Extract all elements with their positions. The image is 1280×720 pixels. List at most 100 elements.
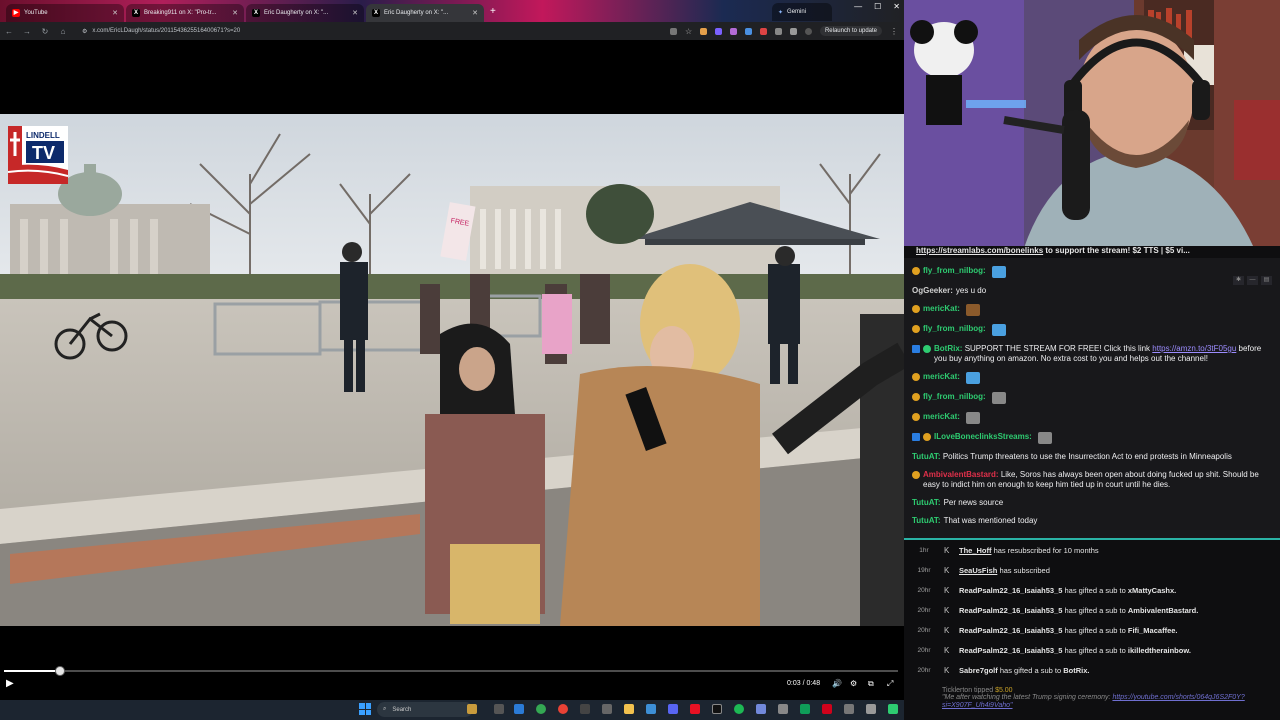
extensions-puzzle-icon[interactable] bbox=[774, 27, 782, 35]
discord-icon[interactable] bbox=[668, 704, 678, 714]
browser-toolbar: ← → ↻ ⌂ ⚙ x.com/EricLDaugh/status/201154… bbox=[0, 22, 904, 40]
kick-icon: K bbox=[944, 645, 950, 655]
tab-youtube[interactable]: ▶ YouTube ✕ bbox=[6, 3, 124, 22]
taskbar-app-icon[interactable] bbox=[778, 704, 788, 714]
tab-eric-daugherty-2[interactable]: X Eric Daugherty on X: "... ✕ bbox=[366, 3, 484, 22]
event-user[interactable]: ReadPsalm22_16_Isaiah53_5 bbox=[959, 626, 1062, 635]
site-info-icon[interactable]: ⚙ bbox=[82, 28, 87, 35]
tip-amount: $5.00 bbox=[995, 687, 1013, 694]
minimize-icon[interactable]: — bbox=[854, 2, 862, 11]
chat-username[interactable]: fly_from_nilbog: bbox=[923, 324, 986, 334]
pin-icon[interactable]: ✱ bbox=[1233, 276, 1244, 285]
url-text: x.com/EricLDaugh/status/2011543625516400… bbox=[92, 28, 241, 34]
file-explorer-icon[interactable] bbox=[624, 704, 634, 714]
tab-eric-daugherty-1[interactable]: X Eric Daugherty on X: "... ✕ bbox=[246, 3, 364, 22]
address-bar[interactable]: ⚙ x.com/EricLDaugh/status/20115436255164… bbox=[76, 24, 596, 38]
tip-user[interactable]: Ticklerton bbox=[942, 687, 972, 694]
taskbar-app-icon[interactable] bbox=[866, 704, 876, 714]
maximize-icon[interactable]: ☐ bbox=[874, 2, 881, 11]
event-row: 20hr K ReadPsalm22_16_Isaiah53_5 has gif… bbox=[904, 620, 1280, 640]
chat-username[interactable]: mericKat: bbox=[923, 372, 960, 382]
extension-icon[interactable] bbox=[699, 27, 707, 35]
event-user[interactable]: ReadPsalm22_16_Isaiah53_5 bbox=[959, 606, 1062, 615]
event-user[interactable]: The_Hoff bbox=[959, 546, 992, 555]
chat-username[interactable]: BotRix: bbox=[934, 344, 962, 353]
popout-icon[interactable]: ▤ bbox=[1261, 276, 1272, 285]
taskbar-app-icon[interactable] bbox=[822, 704, 832, 714]
taskbar-app-icon[interactable] bbox=[690, 704, 700, 714]
taskbar-app-icon[interactable] bbox=[646, 704, 656, 714]
taskbar-app-icon[interactable] bbox=[888, 704, 898, 714]
task-view-icon[interactable] bbox=[494, 704, 504, 714]
close-icon[interactable]: ✕ bbox=[232, 9, 238, 17]
chat-username[interactable]: OgGeeker: bbox=[912, 286, 953, 296]
gemini-button[interactable]: ✦ Gemini bbox=[772, 3, 832, 21]
event-user[interactable]: SeaUsFish bbox=[959, 566, 997, 575]
chat-message: TutuAT: Politics Trump threatens to use … bbox=[912, 452, 1272, 462]
close-icon[interactable]: ✕ bbox=[112, 9, 118, 17]
star-icon[interactable]: ☆ bbox=[685, 27, 692, 35]
chat-username[interactable]: fly_from_nilbog: bbox=[923, 266, 986, 276]
home-icon[interactable]: ⌂ bbox=[54, 27, 72, 36]
chat-username[interactable]: fly_from_nilbog: bbox=[923, 392, 986, 402]
event-user[interactable]: Sabre7golf bbox=[959, 666, 998, 675]
event-user[interactable]: ReadPsalm22_16_Isaiah53_5 bbox=[959, 646, 1062, 655]
taskbar-app-icon[interactable] bbox=[756, 704, 766, 714]
windows-start-icon[interactable] bbox=[359, 703, 371, 715]
pip-icon[interactable]: ⧉ bbox=[868, 679, 874, 689]
extension-icon[interactable] bbox=[744, 27, 752, 35]
tab-breaking911[interactable]: X Breaking911 on X: "Pro-tr... ✕ bbox=[126, 3, 244, 22]
taskbar-app-icon[interactable] bbox=[800, 704, 810, 714]
chat-text: Per news source bbox=[943, 498, 1004, 507]
event-time: 1hr bbox=[919, 546, 929, 554]
taskbar-app-icon[interactable] bbox=[467, 704, 477, 714]
video-player[interactable]: FREE LINDELL TV bbox=[0, 114, 904, 626]
progress-bar[interactable] bbox=[4, 666, 898, 676]
close-window-icon[interactable]: ✕ bbox=[893, 2, 900, 11]
fullscreen-icon[interactable]: ⤢ bbox=[887, 679, 893, 689]
relaunch-button[interactable]: Relaunch to update bbox=[819, 26, 882, 36]
close-icon[interactable]: ✕ bbox=[472, 9, 478, 17]
user-badge-icon bbox=[912, 325, 920, 333]
extension-icon[interactable] bbox=[714, 27, 722, 35]
taskbar-app-icon[interactable] bbox=[844, 704, 854, 714]
verified-badge-icon bbox=[923, 345, 931, 353]
forward-icon[interactable]: → bbox=[18, 27, 36, 36]
taskbar-search[interactable]: ⌕ Search bbox=[377, 702, 473, 717]
extension-icon[interactable] bbox=[729, 27, 737, 35]
chat-username[interactable]: ILoveBonecIinksStreams: bbox=[934, 432, 1032, 442]
volume-icon[interactable]: 🔊 bbox=[832, 679, 842, 688]
chat-username[interactable]: TutuAT: bbox=[912, 498, 941, 508]
alert-events-list: 1hr K The_Hoff has resubscribed for 10 m… bbox=[904, 538, 1280, 700]
chat-username[interactable]: mericKat: bbox=[923, 412, 960, 422]
chat-link[interactable]: https://amzn.to/3tF05gu bbox=[1152, 344, 1236, 353]
chat-message: fly_from_nilbog: bbox=[912, 266, 1272, 278]
chrome-icon[interactable] bbox=[558, 704, 568, 714]
obs-icon[interactable] bbox=[712, 704, 722, 714]
back-icon[interactable]: ← bbox=[0, 27, 18, 36]
chat-username[interactable]: TutuAT: bbox=[912, 516, 941, 526]
screenshot-icon[interactable] bbox=[669, 27, 677, 35]
sidebar-icon[interactable] bbox=[789, 27, 797, 35]
close-icon[interactable]: ✕ bbox=[352, 9, 358, 17]
chrome-icon[interactable] bbox=[536, 704, 546, 714]
event-user[interactable]: ReadPsalm22_16_Isaiah53_5 bbox=[959, 586, 1062, 595]
event-time: 20hr bbox=[917, 626, 931, 634]
ticker-link[interactable]: https://streamlabs.com/bonelinks bbox=[916, 246, 1043, 255]
settings-icon[interactable]: ⚙ bbox=[850, 679, 857, 688]
spotify-icon[interactable] bbox=[734, 704, 744, 714]
taskbar-app-icon[interactable] bbox=[580, 704, 590, 714]
chat-username[interactable]: AmbivalentBastard: bbox=[923, 470, 999, 479]
reload-icon[interactable]: ↻ bbox=[36, 27, 54, 36]
profile-avatar[interactable] bbox=[804, 27, 812, 35]
chat-username[interactable]: mericKat: bbox=[923, 304, 960, 314]
extension-icon[interactable] bbox=[759, 27, 767, 35]
edge-icon[interactable] bbox=[514, 704, 524, 714]
chat-username[interactable]: TutuAT: bbox=[912, 452, 941, 461]
menu-icon[interactable]: ⋮ bbox=[890, 27, 898, 36]
play-icon[interactable]: ▶ bbox=[6, 678, 14, 689]
new-tab-button[interactable]: + bbox=[490, 6, 496, 17]
minimize-icon[interactable]: — bbox=[1247, 276, 1258, 285]
taskbar-app-icon[interactable] bbox=[602, 704, 612, 714]
progress-thumb[interactable] bbox=[54, 666, 65, 676]
